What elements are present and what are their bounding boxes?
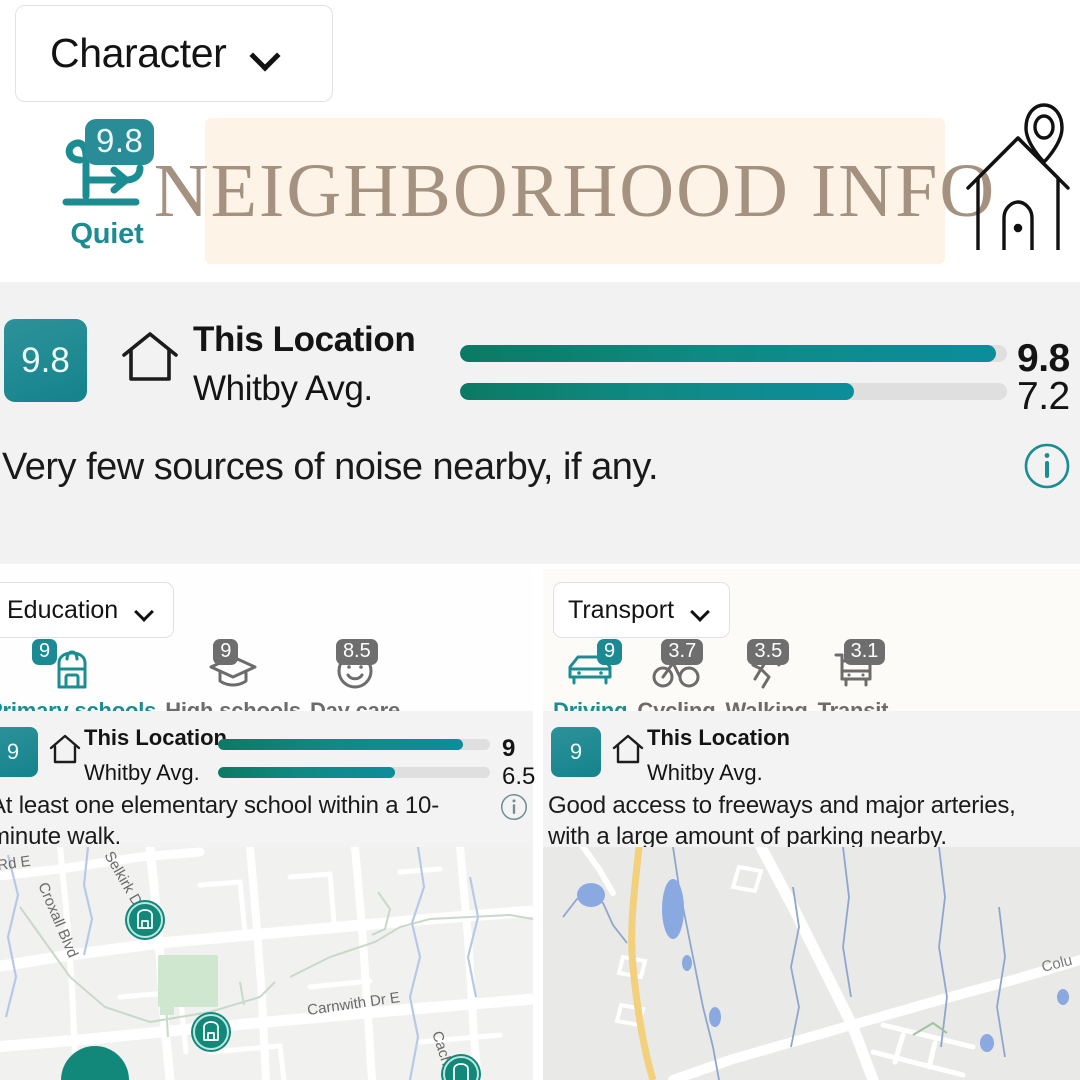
bar-track <box>460 382 1007 400</box>
metric-badge: 3.7 <box>661 639 704 665</box>
column-education: Education 9 9 8.5 9 This Location Whitby… <box>0 569 536 1080</box>
info-icon[interactable] <box>500 793 528 826</box>
transport-body: 9 This Location Whitby Avg. Good access … <box>543 711 1080 850</box>
home-icon <box>48 733 82 770</box>
education-header: Education 9 9 8.5 <box>0 569 533 723</box>
character-dropdown[interactable]: Character <box>15 5 333 102</box>
education-bars <box>218 730 490 786</box>
this-location-label: This Location <box>647 725 790 750</box>
neighborhood-info-banner: NEIGHBORHOOD INFO <box>154 118 994 264</box>
education-value-this-location: 9 <box>502 735 516 762</box>
this-location-label: This Location <box>193 320 416 359</box>
map-poi-school-1 <box>125 900 165 940</box>
bar-track <box>218 738 490 750</box>
main-description-row: Very few sources of noise nearby, if any… <box>0 432 1080 522</box>
page-title: NEIGHBORHOOD INFO <box>153 148 997 233</box>
education-description: At least one elementary school within a … <box>0 792 439 850</box>
bar-whitby-avg <box>218 758 490 786</box>
metric-icon-wrapper: 9 <box>553 639 627 695</box>
chevron-down-icon <box>136 605 153 616</box>
metric-icon-wrapper: 9 <box>0 639 156 695</box>
home-icon <box>120 329 180 390</box>
main-score-row: 9.8 This Location Whitby Avg. 9.8 7.2 <box>0 282 1080 432</box>
main-value-whitby-avg: 7.2 <box>1017 375 1070 418</box>
education-score-badge: 9 <box>0 727 38 777</box>
transport-score-badge: 9 <box>551 727 601 777</box>
metric-badge: 9 <box>32 639 58 665</box>
info-icon[interactable] <box>1023 442 1071 495</box>
quiet-label: Quiet <box>70 218 144 250</box>
metric-badge: 3.1 <box>843 639 886 665</box>
column-transport: Transport 9 3.7 3.5 3.1 9 This Location … <box>543 569 1080 1080</box>
bar-track <box>460 344 1007 362</box>
quiet-icon-wrapper: 9.8 <box>52 119 162 214</box>
category-columns: Education 9 9 8.5 9 This Location Whitby… <box>0 569 1080 1080</box>
education-map[interactable]: Rd E Croxall Blvd Selkirk Dr Carnwith Dr… <box>0 847 533 1080</box>
character-chip-quiet[interactable]: 9.8 Quiet <box>52 119 162 251</box>
main-score-badge: 9.8 <box>4 319 87 402</box>
bar-track <box>218 766 490 778</box>
neighborhood-info-page: Character 9.8 Quiet NEIGHBORHOOD INFO 9.… <box>0 0 1080 1080</box>
chevron-down-icon <box>692 605 709 616</box>
metric-badge: 8.5 <box>335 639 378 665</box>
transport-dropdown[interactable]: Transport <box>553 582 731 638</box>
metric-badge: 9 <box>213 639 239 665</box>
bar-fill <box>218 766 395 778</box>
education-dropdown-label: Education <box>7 595 119 624</box>
whitby-avg-label: Whitby Avg. <box>84 760 200 785</box>
character-dropdown-label: Character <box>50 30 227 76</box>
metric-badge: 9 <box>597 639 623 665</box>
this-location-label: This Location <box>84 725 227 750</box>
map-poi-school-2 <box>191 1012 231 1052</box>
home-icon <box>611 733 645 770</box>
whitby-avg-label: Whitby Avg. <box>647 760 763 785</box>
metric-icon-wrapper: 3.5 <box>725 639 807 695</box>
house-with-pin-icon <box>956 100 1076 255</box>
bar-whitby-avg <box>460 372 1007 410</box>
transport-header: Transport 9 3.7 3.5 3.1 <box>543 569 1080 723</box>
metric-icon-wrapper: 9 <box>165 639 301 695</box>
metric-icon-wrapper: 8.5 <box>310 639 400 695</box>
transport-description: Good access to freeways and major arteri… <box>548 792 1016 850</box>
chevron-down-icon <box>252 45 282 63</box>
header: Character 9.8 Quiet NEIGHBORHOOD INFO <box>0 0 1080 282</box>
transport-dropdown-label: Transport <box>568 595 675 624</box>
education-value-whitby-avg: 6.5 <box>502 763 536 790</box>
main-bars <box>460 334 1007 410</box>
main-description: Very few sources of noise nearby, if any… <box>2 446 659 488</box>
bar-this-location <box>218 730 490 758</box>
whitby-avg-label: Whitby Avg. <box>193 369 373 408</box>
bar-this-location <box>460 334 1007 372</box>
transport-row-labels: This Location Whitby Avg. <box>647 725 790 786</box>
education-row-labels: This Location Whitby Avg. <box>84 725 227 786</box>
main-row-labels: This Location Whitby Avg. <box>193 320 416 409</box>
bar-fill <box>460 344 997 362</box>
transport-map[interactable]: Colu <box>543 847 1080 1080</box>
metric-icon-wrapper: 3.1 <box>818 639 889 695</box>
quiet-score-badge: 9.8 <box>85 119 155 165</box>
education-dropdown[interactable]: Education <box>0 582 175 638</box>
bar-fill <box>218 738 463 750</box>
education-body: 9 This Location Whitby Avg. 9 6.5 At lea… <box>0 711 536 850</box>
metric-icon-wrapper: 3.7 <box>637 639 715 695</box>
bar-fill <box>460 382 854 400</box>
metric-badge: 3.5 <box>747 639 790 665</box>
main-score-panel: 9.8 This Location Whitby Avg. 9.8 7.2 Ve… <box>0 282 1080 564</box>
